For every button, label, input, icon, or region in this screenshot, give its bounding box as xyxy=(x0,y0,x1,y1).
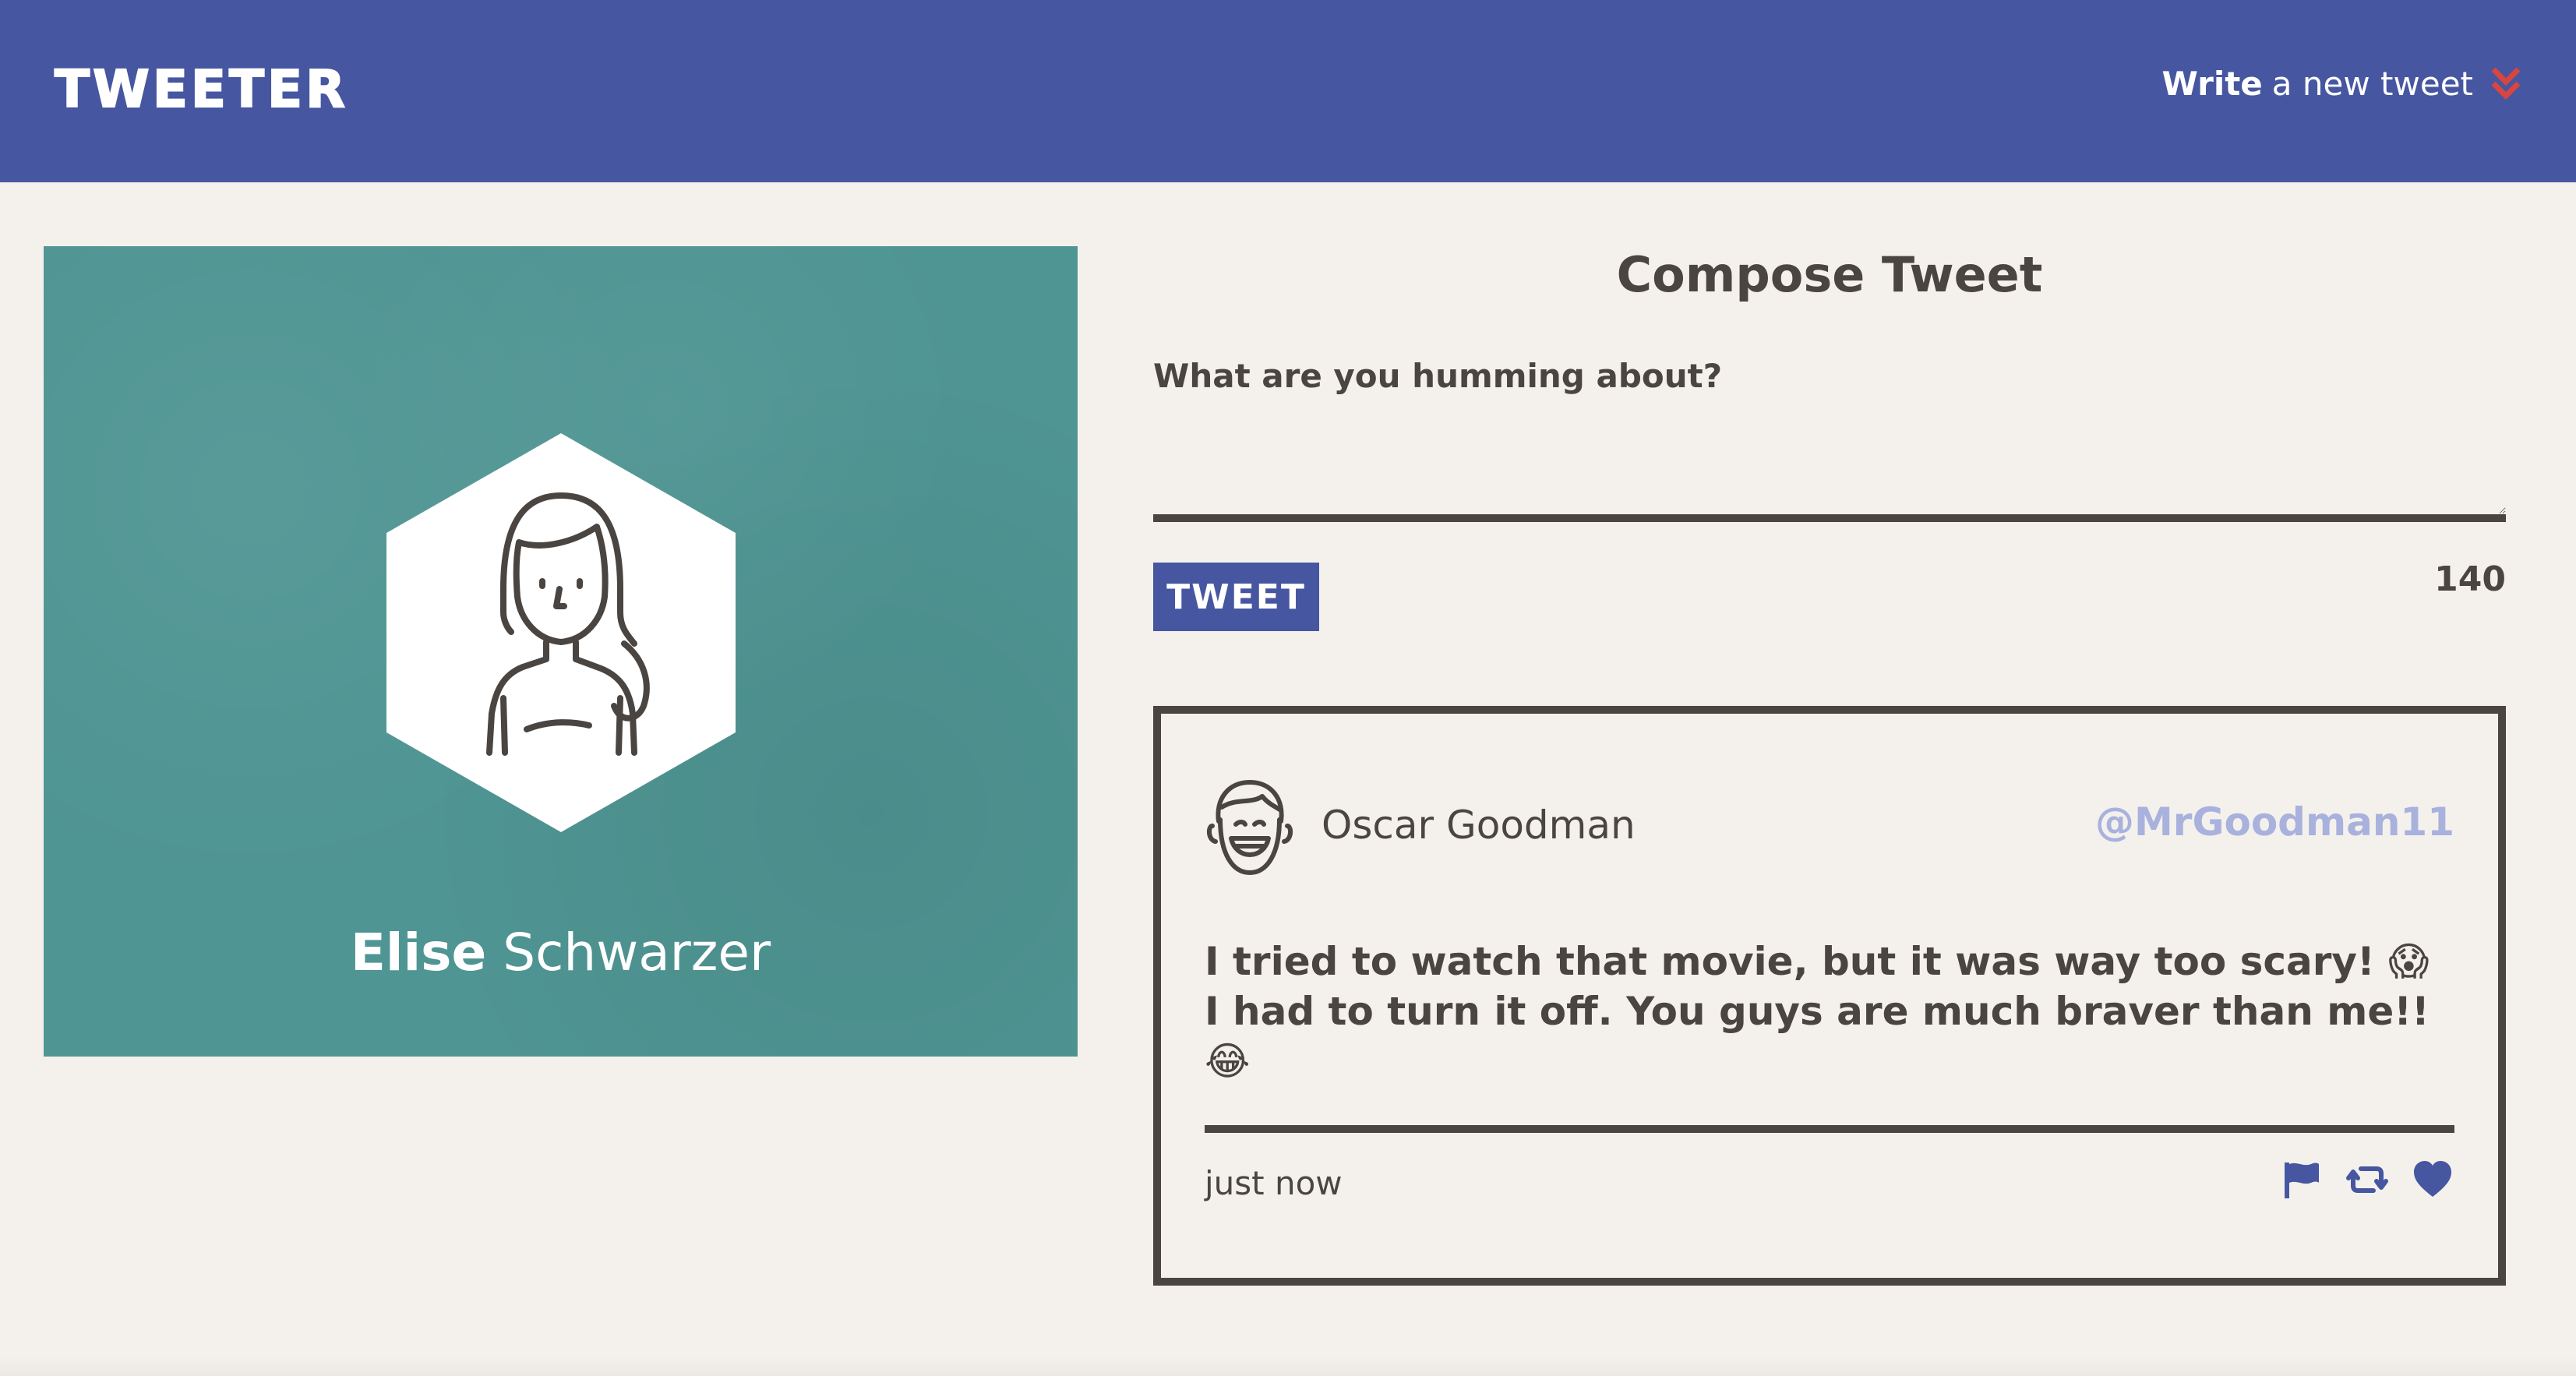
compose-title: Compose Tweet xyxy=(1616,246,2043,303)
tweet-author-avatar xyxy=(1206,780,1293,875)
profile-avatar xyxy=(386,433,736,832)
page-footer-edge xyxy=(0,1356,2576,1376)
retweet-icon[interactable] xyxy=(2345,1158,2389,1201)
tweet-author-handle: @MrGoodman11 xyxy=(2095,799,2454,845)
write-new-tweet-toggle[interactable]: Write a new tweet xyxy=(2162,65,2521,103)
tweet-divider xyxy=(1205,1125,2454,1133)
tweet-timestamp: just now xyxy=(1205,1164,1343,1202)
top-nav: Tweeter Write a new tweet xyxy=(0,0,2576,182)
new-tweet-label: a new tweet xyxy=(2271,64,2473,103)
character-counter: 140 xyxy=(2434,559,2506,599)
tweet-textarea[interactable] xyxy=(1153,413,2506,522)
profile-card: Elise Schwarzer xyxy=(44,246,1078,1057)
app-logo[interactable]: Tweeter xyxy=(54,58,348,120)
tweet-actions xyxy=(2280,1158,2454,1201)
double-chevron-down-icon xyxy=(2491,67,2521,100)
tweet-card: Oscar Goodman @MrGoodman11 I tried to wa… xyxy=(1153,706,2506,1286)
flag-icon[interactable] xyxy=(2280,1158,2324,1201)
profile-first-name: Elise xyxy=(350,923,487,983)
tweet-button[interactable]: Tweet xyxy=(1153,563,1319,631)
heart-icon[interactable] xyxy=(2411,1158,2454,1201)
write-label: Write xyxy=(2161,64,2263,103)
profile-name: Elise Schwarzer xyxy=(44,923,1078,983)
profile-last-name: Schwarzer xyxy=(503,923,771,983)
tweet-body: I tried to watch that movie, but it was … xyxy=(1205,939,2430,1084)
compose-label: What are you humming about? xyxy=(1153,357,1723,395)
tweet-author-name: Oscar Goodman xyxy=(1322,803,1636,848)
